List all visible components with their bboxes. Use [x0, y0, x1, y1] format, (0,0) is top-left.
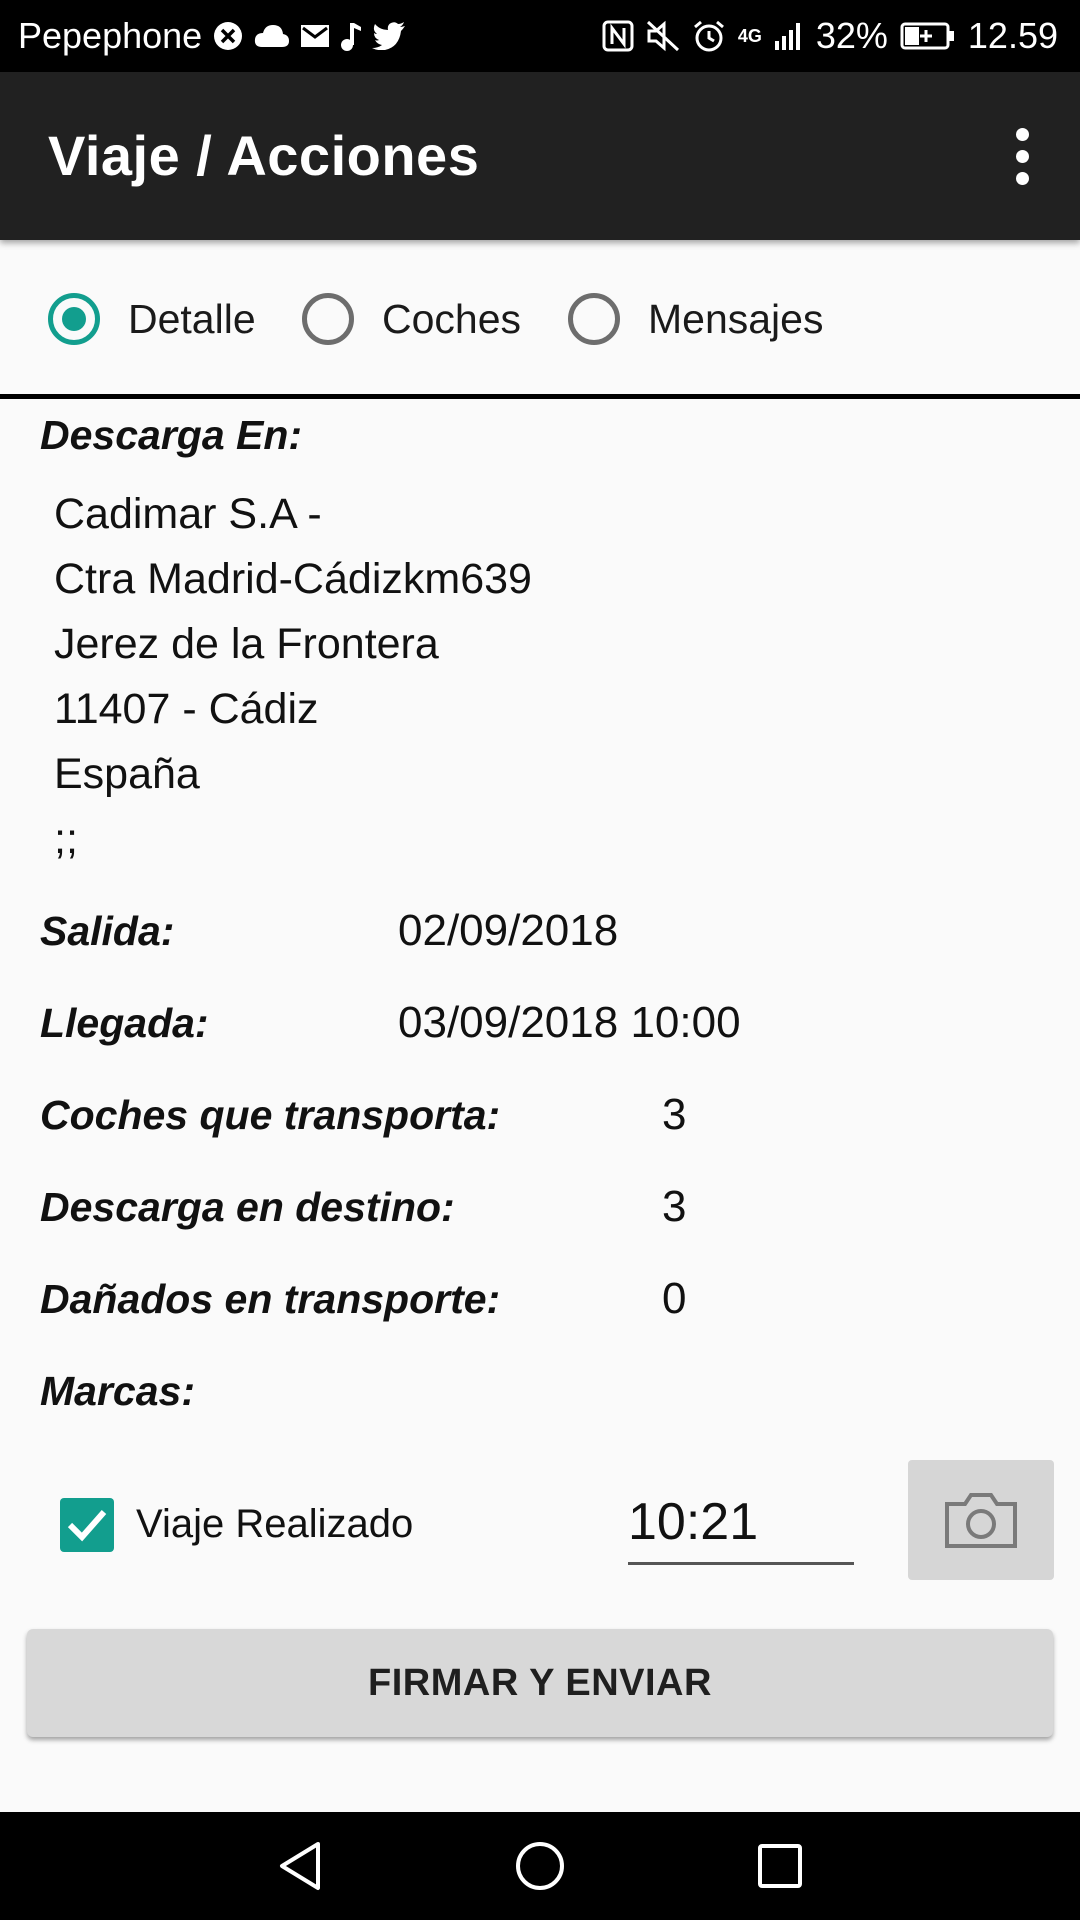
overflow-dot-icon [1015, 127, 1029, 141]
cars-label: Coches que transporta: [40, 1092, 501, 1138]
arrival-value: 03/09/2018 10:00 [398, 998, 741, 1047]
overflow-menu-button[interactable] [982, 116, 1062, 196]
radio-label: Detalle [128, 295, 256, 342]
back-button[interactable] [240, 1812, 360, 1920]
battery-percent: 32% [815, 15, 888, 56]
address-line: Cadimar S.A - [54, 490, 322, 538]
battery-charging-icon [900, 22, 956, 50]
view-selector: Detalle Coches Mensajes [0, 240, 1080, 396]
home-icon [516, 1842, 564, 1890]
departure-value: 02/09/2018 [398, 906, 619, 955]
unload-label: Descarga En: [40, 412, 303, 458]
address-line: Ctra Madrid-Cádizkm639 [54, 555, 532, 603]
check-icon [67, 1510, 107, 1542]
trip-detail: Descarga En: Cadimar S.A - Ctra Madrid-C… [0, 400, 1080, 1810]
navigation-bar [0, 1812, 1080, 1920]
radio-coches[interactable]: Coches [302, 288, 521, 350]
network-type: 4G [737, 25, 762, 46]
unload-address: Cadimar S.A - Ctra Madrid-Cádizkm639 Jer… [54, 482, 532, 872]
address-line: España [54, 750, 200, 798]
mute-icon [646, 20, 680, 52]
trip-done-label: Viaje Realizado [136, 1502, 414, 1546]
radio-detalle[interactable]: Detalle [48, 288, 256, 350]
radio-checked-icon[interactable] [48, 293, 100, 345]
brands-label: Marcas: [40, 1368, 195, 1414]
radio-unchecked-icon[interactable] [568, 293, 620, 345]
twitter-icon [372, 22, 406, 50]
page-title: Viaje / Acciones [48, 124, 480, 187]
radio-label: Mensajes [648, 295, 824, 342]
trip-done-checkbox[interactable] [60, 1498, 114, 1552]
address-line: Jerez de la Frontera [54, 620, 439, 668]
overflow-dot-icon [1015, 171, 1029, 185]
unload-destination-label: Descarga en destino: [40, 1184, 455, 1230]
departure-label: Salida: [40, 908, 175, 954]
signal-icon [774, 21, 804, 51]
app-toolbar: Viaje / Acciones [0, 72, 1080, 240]
time-field[interactable]: 10:21 [628, 1482, 854, 1565]
status-bar: Pepephone 4G 32% 12.59 [0, 0, 1080, 72]
recents-icon [758, 1844, 802, 1888]
back-icon [280, 1842, 320, 1890]
address-line: ;; [54, 815, 78, 863]
alarm-icon [692, 19, 726, 53]
overflow-dot-icon [1015, 149, 1029, 163]
arrival-label: Llegada: [40, 1000, 209, 1046]
mail-icon [300, 24, 330, 48]
radio-unchecked-icon[interactable] [302, 293, 354, 345]
camera-button[interactable] [908, 1460, 1054, 1580]
clock: 12.59 [967, 15, 1058, 56]
blocked-notification-icon [212, 20, 244, 52]
recents-button[interactable] [720, 1812, 840, 1920]
nfc-icon [602, 20, 634, 52]
sign-and-send-button[interactable]: FIRMAR Y ENVIAR [27, 1629, 1053, 1737]
damaged-label: Dañados en transporte: [40, 1276, 501, 1322]
carrier-name: Pepephone [18, 15, 203, 56]
camera-icon [945, 1493, 1017, 1548]
home-button[interactable] [480, 1812, 600, 1920]
address-line: 11407 - Cádiz [54, 685, 319, 733]
music-icon [340, 21, 362, 51]
damaged-value: 0 [662, 1274, 687, 1323]
unload-destination-value: 3 [662, 1182, 687, 1231]
radio-mensajes[interactable]: Mensajes [568, 288, 823, 350]
cars-value: 3 [662, 1090, 687, 1139]
divider [0, 394, 1080, 399]
cloud-icon [254, 23, 290, 49]
radio-label: Coches [382, 295, 522, 342]
